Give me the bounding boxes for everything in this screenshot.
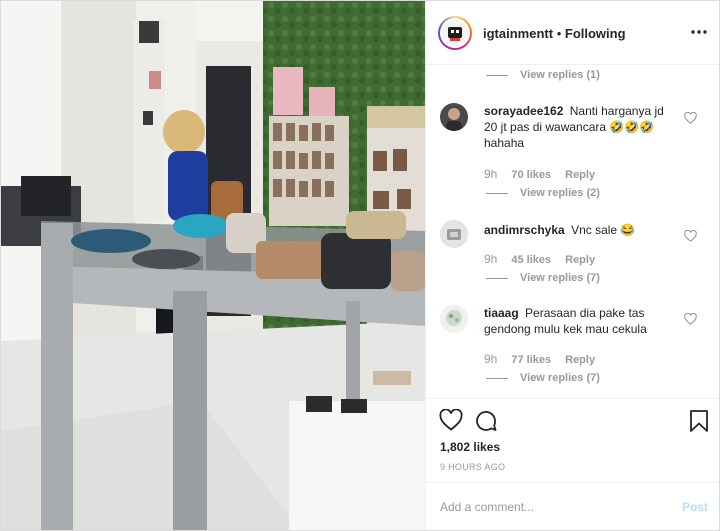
view-replies-button[interactable]: View replies (1) <box>486 69 600 81</box>
comment-meta: 9h 77 likes Reply <box>484 352 595 366</box>
header-username-line: igtainmentt • Following <box>483 26 626 41</box>
post-timestamp: 9 HOURS AGO <box>440 462 506 472</box>
post-likes-count[interactable]: 1,802 likes <box>440 440 500 454</box>
post-header: igtainmentt • Following <box>426 1 719 65</box>
post-actions-bar: 1,802 likes 9 HOURS AGO <box>426 398 719 476</box>
comment-likes[interactable]: 77 likes <box>511 354 551 366</box>
view-replies-label: View replies (1) <box>520 69 600 81</box>
view-replies-label: View replies (7) <box>520 372 600 384</box>
separator-dot: • <box>556 26 562 41</box>
commenter-avatar[interactable] <box>440 220 468 248</box>
reply-button[interactable]: Reply <box>565 254 595 266</box>
comment-like-heart-icon[interactable] <box>684 313 697 325</box>
comment-text: tiaaag Perasaan dia pake tas gendong mul… <box>484 305 680 337</box>
replies-divider-line <box>486 192 508 194</box>
avatar-logo-icon <box>442 20 468 46</box>
comment-icon[interactable] <box>474 409 498 433</box>
view-replies-button[interactable]: View replies (7) <box>486 272 600 284</box>
comment-time: 9h <box>484 167 498 181</box>
shoe-store-photo <box>1 1 425 530</box>
comment-body: Vnc sale 😂 <box>571 223 636 237</box>
post-side-panel: igtainmentt • Following View replies (1) <box>425 1 719 530</box>
post-username[interactable]: igtainmentt <box>483 26 553 41</box>
view-replies-label: View replies (7) <box>520 272 600 284</box>
avatar-photo <box>440 103 468 131</box>
replies-divider-line <box>486 74 508 76</box>
comment-likes[interactable]: 45 likes <box>511 254 551 266</box>
comment-meta: 9h 45 likes Reply <box>484 252 595 266</box>
comment-time: 9h <box>484 352 498 366</box>
post-photo <box>1 1 425 530</box>
reply-button[interactable]: Reply <box>565 354 595 366</box>
commenter-avatar[interactable] <box>440 103 468 131</box>
view-replies-button[interactable]: View replies (7) <box>486 372 600 384</box>
reply-button[interactable]: Reply <box>565 169 595 181</box>
avatar-photo <box>440 220 468 248</box>
comment-likes[interactable]: 70 likes <box>511 169 551 181</box>
instagram-post-window: igtainmentt • Following View replies (1) <box>0 0 720 531</box>
comment-text: andimrschyka Vnc sale 😂 <box>484 222 680 238</box>
replies-divider-line <box>486 377 508 379</box>
post-comment-button[interactable]: Post <box>682 500 708 514</box>
comment-meta: 9h 70 likes Reply <box>484 167 595 181</box>
more-options-icon[interactable] <box>690 23 708 41</box>
comment-text: sorayadee162 Nanti harganya jd 20 jt pas… <box>484 103 680 151</box>
avatar-photo <box>440 305 468 333</box>
view-replies-button[interactable]: View replies (2) <box>486 187 600 199</box>
view-replies-label: View replies (2) <box>520 187 600 199</box>
comment-username[interactable]: andimrschyka <box>484 223 565 237</box>
comment-time: 9h <box>484 252 498 266</box>
comments-list[interactable]: View replies (1) sorayadee162 Nanti harg… <box>426 65 719 398</box>
commenter-avatar[interactable] <box>440 305 468 333</box>
add-comment-bar: Post <box>426 482 719 530</box>
profile-avatar[interactable] <box>438 16 472 50</box>
follow-status[interactable]: Following <box>565 26 626 41</box>
comment-like-heart-icon[interactable] <box>684 112 697 124</box>
bookmark-icon[interactable] <box>689 409 709 433</box>
replies-divider-line <box>486 277 508 279</box>
comment-username[interactable]: tiaaag <box>484 306 519 320</box>
comment-like-heart-icon[interactable] <box>684 230 697 242</box>
comment-username[interactable]: sorayadee162 <box>484 104 563 118</box>
heart-icon[interactable] <box>439 409 463 431</box>
comment-input[interactable] <box>440 497 660 517</box>
